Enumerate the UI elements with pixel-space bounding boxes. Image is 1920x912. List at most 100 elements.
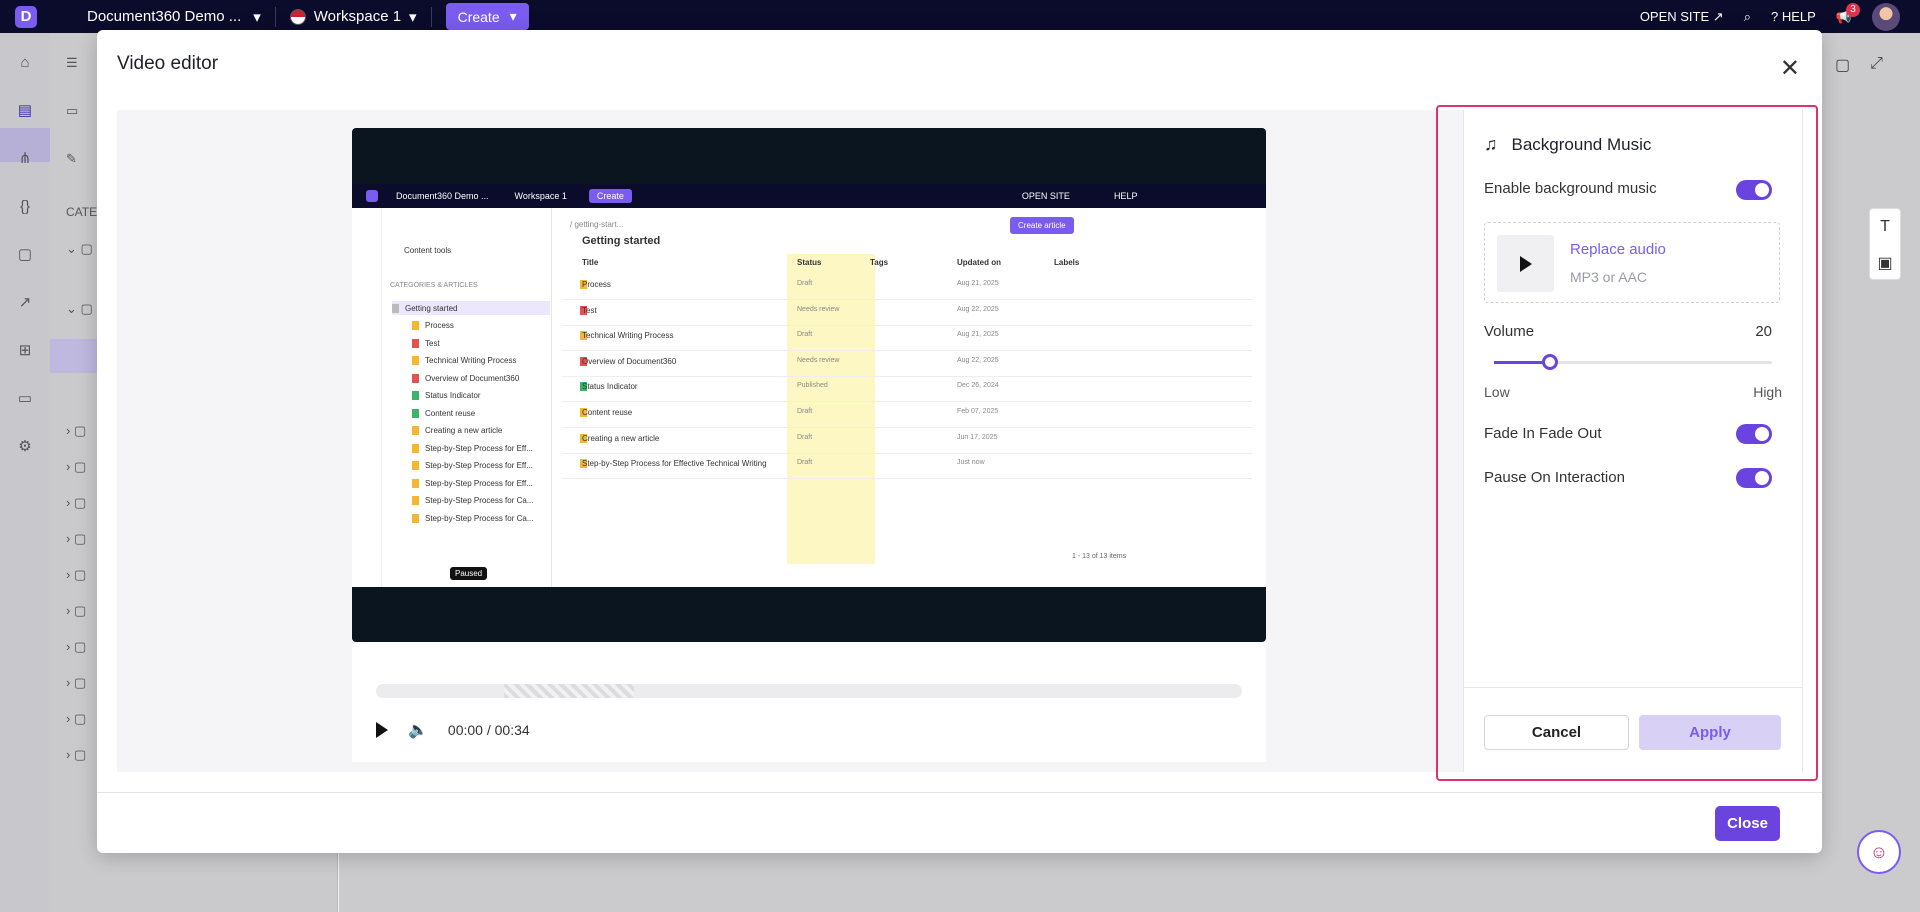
workflow-icon[interactable]: ⋔ [15, 149, 35, 169]
help-label: HELP [1781, 9, 1816, 24]
close-icon[interactable]: ✕ [1780, 54, 1800, 83]
divider [1464, 687, 1802, 688]
divider [430, 6, 432, 27]
analytics-icon[interactable]: ↗ [15, 293, 35, 313]
logo-icon: D [15, 5, 37, 28]
fade-toggle[interactable] [1736, 424, 1772, 444]
workspace-name: Workspace 1 [313, 8, 402, 25]
frame-column-header: Status [797, 258, 822, 267]
audio-upload-box[interactable]: Replace audio MP3 or AAC [1484, 222, 1780, 303]
frame-page-title: Getting started [582, 235, 661, 247]
frame-column-header: Updated on [957, 258, 1001, 267]
volume-value: 20 [1755, 323, 1772, 340]
enable-music-label: Enable background music [1484, 180, 1657, 197]
app-logo[interactable]: D [0, 0, 52, 33]
frame-categories-label: CATEGORIES & ARTICLES [390, 282, 478, 289]
frame-tree-item: Creating a new article [412, 424, 502, 438]
play-icon[interactable] [376, 722, 388, 738]
text-icon[interactable]: T [1870, 209, 1900, 245]
create-button[interactable]: Create ▾ [445, 3, 529, 30]
frame-logo-icon [366, 190, 378, 202]
table-cell-title: Overview of Document360 [582, 356, 677, 366]
frame-tree-item: Process [412, 319, 454, 333]
frame-tree-item: Technical Writing Process [412, 354, 516, 368]
replace-audio-link[interactable]: Replace audio [1570, 241, 1666, 258]
volume-slider-handle[interactable] [1541, 354, 1558, 370]
table-cell-updated: Just now [957, 459, 985, 467]
frame-tree-item: Step-by-Step Process for Eff... [412, 459, 533, 473]
frame-tree-item-label: Creating a new article [425, 426, 503, 435]
open-site-link[interactable]: OPEN SITE ↗ [1640, 9, 1724, 25]
enable-music-toggle[interactable] [1736, 180, 1772, 200]
project-name: Document360 Demo ... [87, 8, 242, 25]
notification-badge: 3 [1846, 2, 1860, 17]
help-link[interactable]: ? HELP [1771, 9, 1816, 24]
notifications-icon[interactable]: 📢 3 [1836, 2, 1860, 25]
chevron-down-icon: ▾ [409, 8, 417, 26]
volume-label: Volume [1484, 323, 1535, 340]
video-controls: 🔈 00:00 / 00:34 [376, 720, 530, 740]
frame-tree-item: Content reuse [412, 406, 475, 420]
document-icon [392, 303, 399, 313]
table-cell-status: Published [797, 382, 828, 390]
document-icon [412, 461, 419, 470]
comment-icon[interactable]: ▢ [1835, 55, 1850, 75]
audio-format-hint: MP3 or AAC [1570, 269, 1648, 285]
integrations-icon[interactable]: ⊞ [15, 341, 35, 361]
frame-tree-item-label: Technical Writing Process [425, 356, 517, 365]
cancel-button[interactable]: Cancel [1484, 715, 1629, 750]
search-icon[interactable]: ⌕ [1744, 9, 1751, 25]
panel-header: ♫ Background Music [1484, 134, 1651, 155]
home-icon[interactable]: ⌂ [15, 53, 35, 73]
frame-workspace: Workspace 1 [514, 191, 567, 201]
frame-tree-item-label: Overview of Document360 [425, 373, 520, 383]
video-frame[interactable]: Document360 Demo ... Workspace 1 Create … [352, 128, 1266, 642]
frame-tree-item-label: Step-by-Step Process for Ca... [425, 513, 534, 523]
project-switcher[interactable]: Document360 Demo ... ▾ [87, 8, 261, 26]
frame-tree-item: Step-by-Step Process for Ca... [412, 511, 534, 525]
document-icon [412, 496, 419, 505]
drive-icon[interactable]: ▭ [15, 389, 35, 409]
document-icon [412, 513, 419, 523]
video-progress-bar[interactable] [376, 684, 1242, 698]
divider [97, 792, 1822, 793]
audio-preview[interactable] [1497, 235, 1554, 292]
pause-interaction-toggle[interactable] [1736, 468, 1772, 488]
settings-icon[interactable]: ⚙ [15, 437, 35, 457]
volume-slider[interactable] [1494, 354, 1772, 370]
frame-tree-item-label: Step-by-Step Process for Ca... [425, 496, 534, 505]
frame-topbar: Document360 Demo ... Workspace 1 Create … [352, 184, 1266, 208]
table-cell-title: Process [582, 280, 611, 289]
volume-icon[interactable]: 🔈 [408, 720, 428, 740]
frame-create: Create [588, 189, 632, 203]
avatar[interactable] [1872, 2, 1900, 31]
frame-breadcrumb: / getting-start... [570, 220, 624, 229]
buffered-indicator [504, 684, 634, 698]
workspace-switcher[interactable]: Workspace 1 ▾ [289, 8, 417, 26]
frame-tree-item-label: Test [425, 338, 440, 348]
embed-icon[interactable]: ▣ [1870, 245, 1900, 281]
api-icon[interactable]: {} [15, 197, 35, 217]
volume-high-label: High [1753, 384, 1782, 400]
assistant-icon[interactable]: ☺ [1857, 830, 1901, 874]
feedback-icon[interactable]: ▢ [15, 245, 35, 265]
frame-tree-item-label: Step-by-Step Process for Eff... [425, 461, 533, 470]
volume-low-label: Low [1484, 384, 1510, 400]
open-site-label: OPEN SITE [1639, 8, 1710, 24]
external-link-icon: ↗ [1712, 8, 1724, 24]
document-icon [412, 426, 419, 435]
apply-button[interactable]: Apply [1639, 715, 1781, 750]
document-icon [412, 391, 419, 400]
frame-column-header: Title [582, 258, 599, 267]
table-cell-status: Draft [797, 331, 813, 339]
left-rail: ⌂ ▤ ⋔ {} ▢ ↗ ⊞ ▭ ⚙ [0, 33, 50, 912]
frame-pagination: 1 - 13 of 13 items [1072, 553, 1127, 560]
top-right-actions: OPEN SITE ↗ ⌕ ? HELP 📢 3 [1640, 0, 1900, 33]
documentation-icon[interactable]: ▤ [15, 101, 35, 121]
table-cell-status: Needs review [797, 305, 840, 313]
table-cell-updated: Dec 26, 2024 [957, 382, 999, 390]
close-button[interactable]: Close [1715, 806, 1780, 841]
frame-open-site: OPEN SITE [1021, 191, 1070, 201]
expand-icon[interactable]: ⤢ [1870, 55, 1883, 75]
document-icon [412, 373, 419, 383]
